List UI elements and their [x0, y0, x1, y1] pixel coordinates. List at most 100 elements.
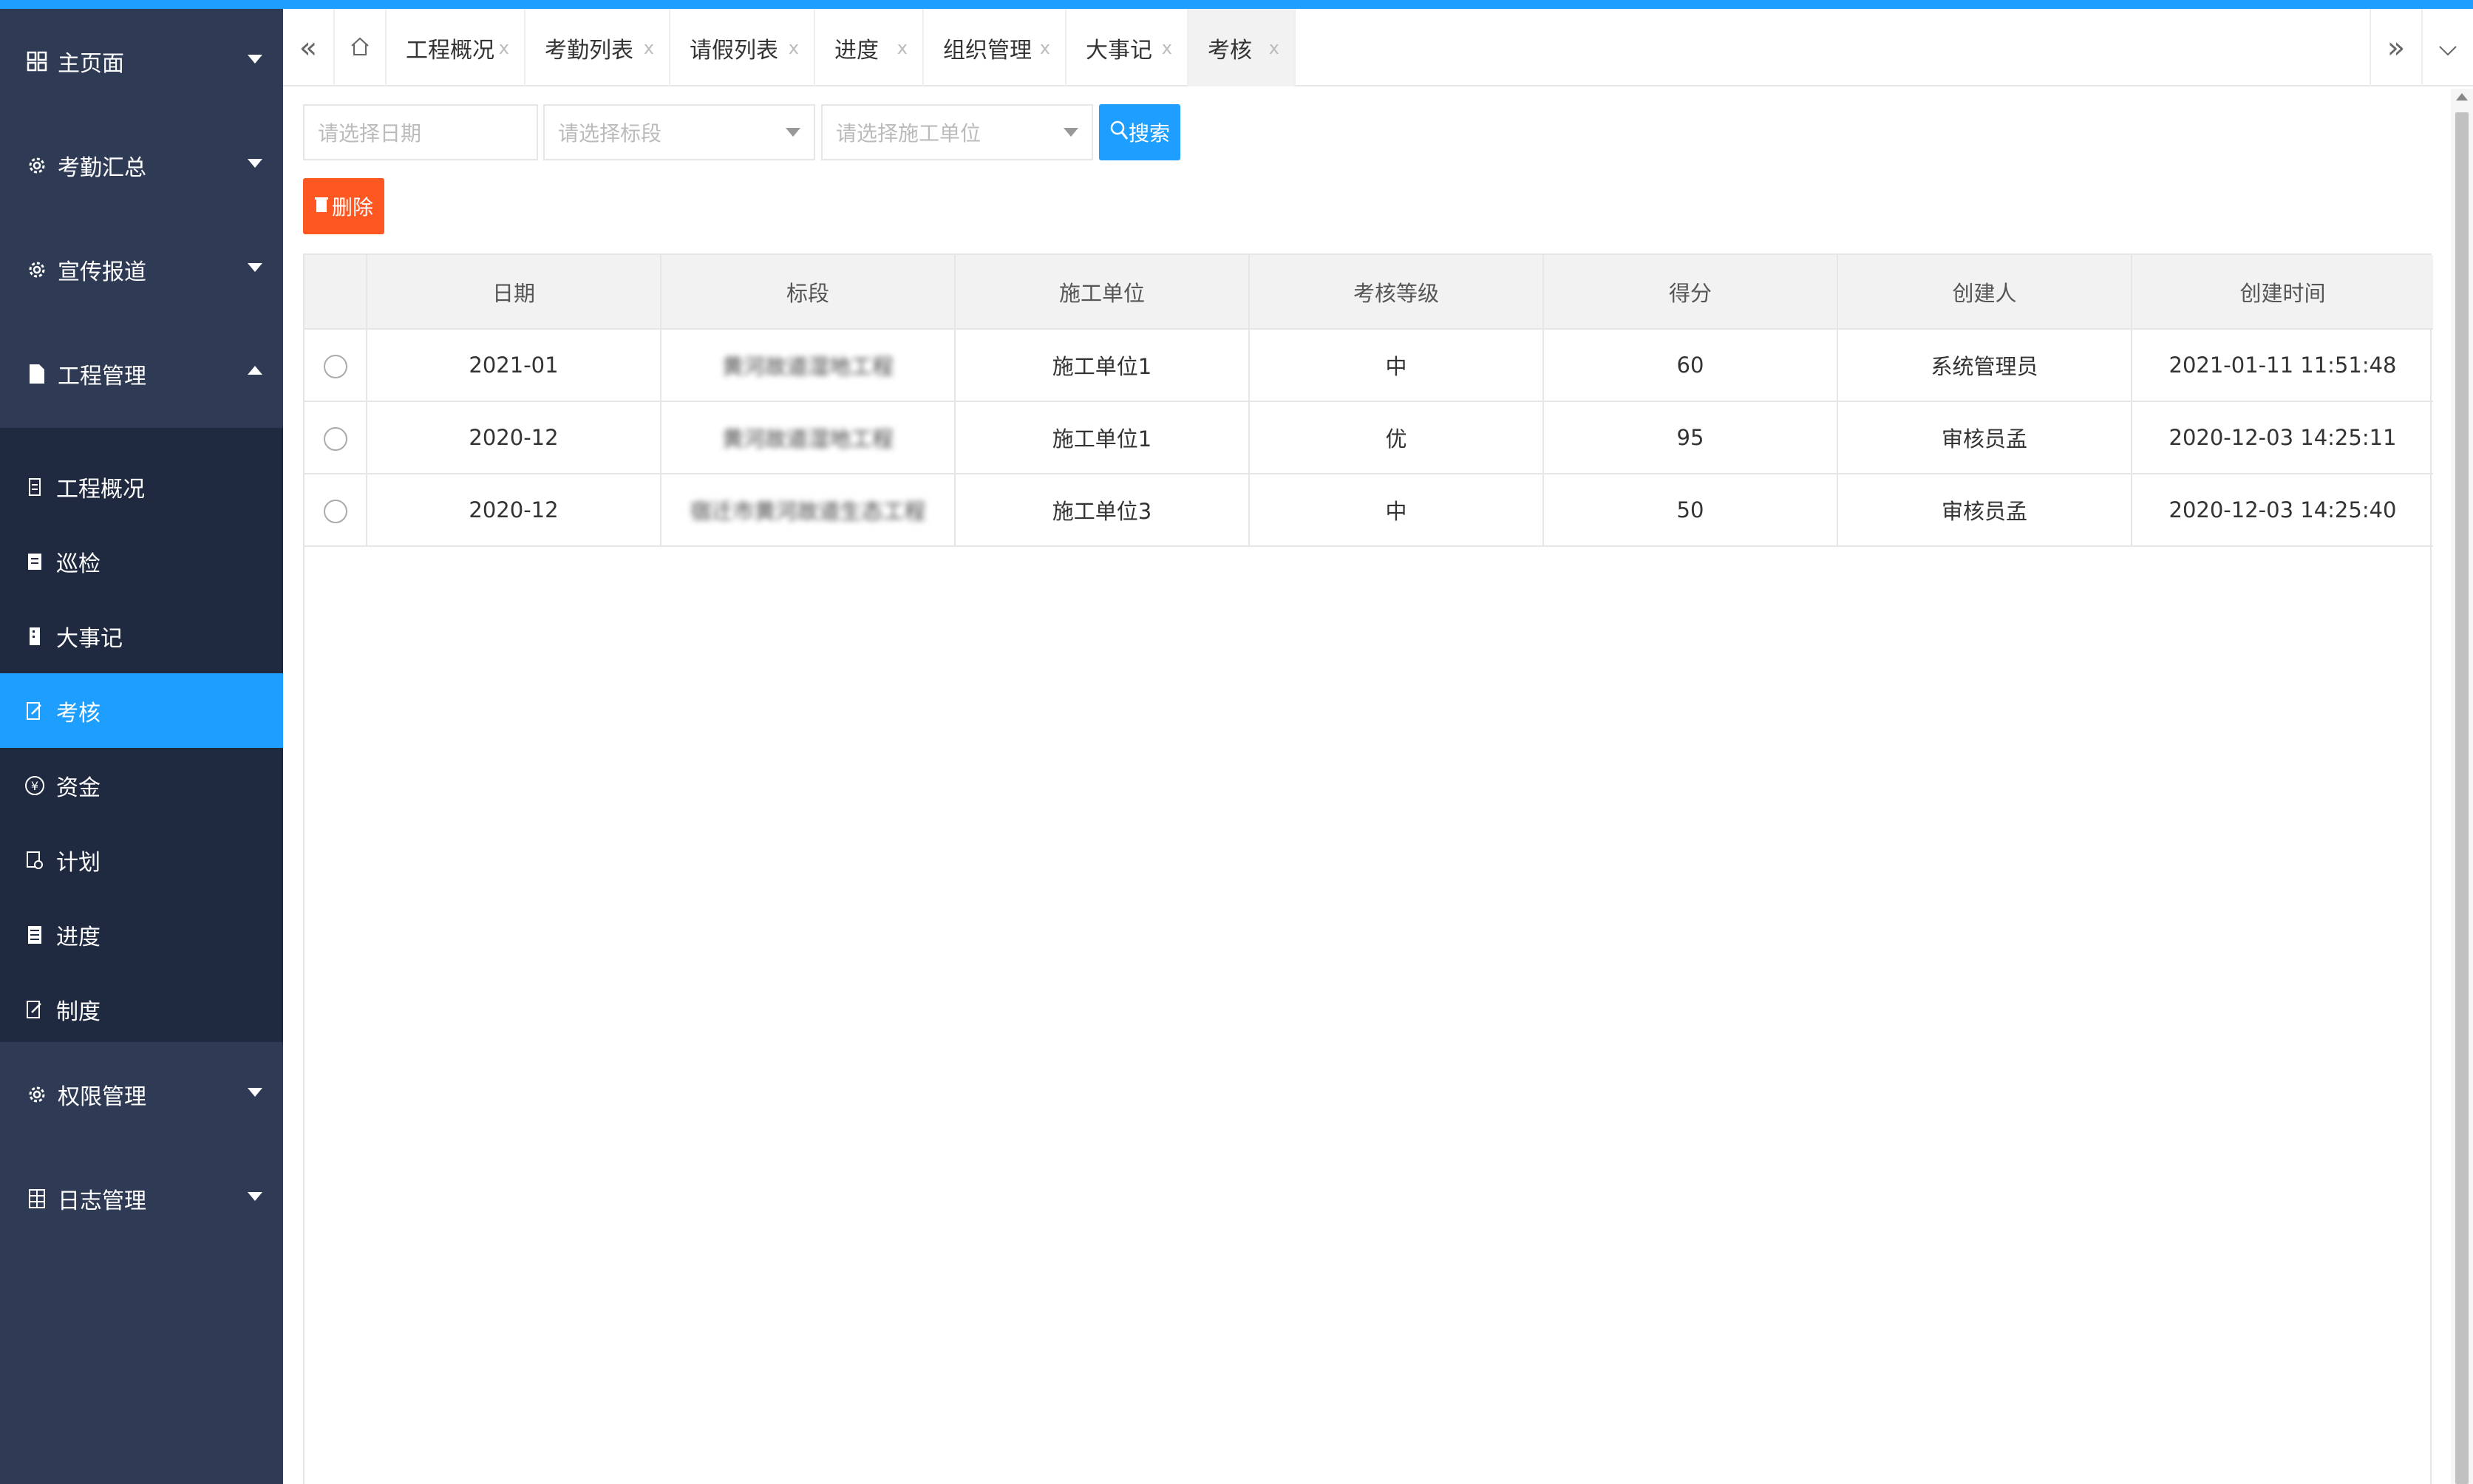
search-button[interactable]: 搜索 — [1099, 104, 1180, 160]
scrollbar-thumb[interactable] — [2455, 112, 2469, 1484]
sidebar-item-label: 考核 — [56, 700, 101, 726]
grid-icon — [24, 1185, 50, 1212]
sidebar-item-assessment[interactable]: 考核 — [0, 673, 283, 748]
sidebar-item-funds[interactable]: ¥ 资金 — [0, 748, 283, 823]
column-header[interactable]: 日期 — [367, 255, 661, 330]
sidebar-item-events[interactable]: 大事记 — [0, 599, 283, 673]
delete-button[interactable]: 删除 — [303, 178, 384, 234]
double-chevron-left-icon: « — [299, 30, 318, 65]
file-icon — [24, 476, 46, 498]
sidebar-item-plan[interactable]: 计划 — [0, 823, 283, 897]
row-select-cell — [305, 474, 367, 547]
section-select[interactable]: 请选择标段 — [543, 104, 815, 160]
select-column-header — [305, 255, 367, 330]
date-cell: 2020-12 — [367, 474, 661, 547]
tab-assessment[interactable]: 考核 x — [1188, 9, 1296, 86]
sidebar-group-label: 主页面 — [58, 50, 124, 77]
table-row[interactable]: 2021-01 黄河故道湿地工程 施工单位1 中 60 系统管理员 2021-0… — [305, 329, 2433, 402]
tab-label: 请假列表 — [690, 37, 778, 64]
tab-leave-list[interactable]: 请假列表 x — [670, 9, 815, 86]
column-header[interactable]: 施工单位 — [955, 255, 1250, 330]
sidebar-group-label: 权限管理 — [58, 1083, 146, 1110]
table-header-row: 日期 标段 施工单位 考核等级 得分 创建人 创建时间 — [305, 255, 2433, 330]
edit-doc-icon — [24, 998, 46, 1021]
sidebar-item-label: 计划 — [56, 849, 101, 876]
yen-icon: ¥ — [24, 775, 46, 797]
close-icon[interactable]: x — [499, 38, 509, 58]
sidebar-group-attendance[interactable]: 考勤汇总 — [0, 113, 283, 217]
top-accent-bar — [0, 0, 2473, 9]
unit-select[interactable]: 请选择施工单位 — [821, 104, 1093, 160]
sidebar-group-permissions[interactable]: 权限管理 — [0, 1042, 283, 1146]
close-icon[interactable]: x — [897, 38, 908, 58]
sidebar: 主页面 考勤汇总 宣传报道 工程管理 工程概况 巡检 大事记 考核 ¥ 资金 计… — [0, 9, 283, 1484]
unit-cell: 施工单位3 — [955, 474, 1250, 547]
gear-icon — [24, 1081, 50, 1108]
section-placeholder: 请选择标段 — [558, 121, 662, 146]
vertical-scrollbar[interactable] — [2451, 89, 2473, 1484]
home-tab-button[interactable] — [335, 9, 387, 86]
scroll-up-arrow-icon[interactable] — [2456, 93, 2468, 101]
tab-label: 考勤列表 — [545, 37, 633, 64]
chevron-down-icon — [248, 1192, 262, 1201]
sidebar-item-overview[interactable]: 工程概况 — [0, 449, 283, 524]
date-cell: 2021-01 — [367, 329, 661, 402]
delete-label: 删除 — [331, 195, 373, 219]
document-icon — [24, 551, 46, 573]
sidebar-item-rules[interactable]: 制度 — [0, 972, 283, 1046]
close-icon[interactable]: x — [1269, 38, 1279, 58]
building-icon — [24, 625, 46, 647]
column-header[interactable]: 考核等级 — [1249, 255, 1544, 330]
close-icon[interactable]: x — [1162, 38, 1172, 58]
chevron-down-icon — [248, 55, 262, 64]
row-select-cell — [305, 329, 367, 402]
column-header[interactable]: 创建时间 — [2132, 255, 2433, 330]
tab-progress[interactable]: 进度 x — [815, 9, 924, 86]
chevron-down-icon — [248, 159, 262, 168]
date-input[interactable]: 请选择日期 — [303, 104, 538, 160]
sidebar-group-publicity[interactable]: 宣传报道 — [0, 217, 283, 321]
table-row[interactable]: 2020-12 宿迁市黄河故道生态工程 施工单位3 中 50 审核员孟 2020… — [305, 474, 2433, 547]
sidebar-item-label: 工程概况 — [56, 476, 145, 503]
column-header[interactable]: 得分 — [1543, 255, 1838, 330]
tab-bar: « 工程概况 x 考勤列表 x 请假列表 x 进度 x 组织管理 x 大事记 x… — [283, 9, 2473, 86]
double-chevron-right-icon: » — [2387, 30, 2406, 65]
close-icon[interactable]: x — [789, 38, 799, 58]
column-header[interactable]: 标段 — [661, 255, 956, 330]
sidebar-item-progress[interactable]: 进度 — [0, 897, 283, 972]
sidebar-group-home[interactable]: 主页面 — [0, 9, 283, 113]
table-row[interactable]: 2020-12 黄河故道湿地工程 施工单位1 优 95 审核员孟 2020-12… — [305, 401, 2433, 474]
tab-events[interactable]: 大事记 x — [1067, 9, 1188, 86]
sidebar-item-label: 大事记 — [56, 625, 123, 652]
sidebar-group-project[interactable]: 工程管理 — [0, 321, 283, 426]
grade-cell: 优 — [1249, 401, 1544, 474]
tab-org-management[interactable]: 组织管理 x — [924, 9, 1067, 86]
tab-attendance-list[interactable]: 考勤列表 x — [525, 9, 670, 86]
row-radio[interactable] — [323, 354, 347, 378]
svg-text:¥: ¥ — [31, 779, 38, 793]
document-icon — [24, 361, 50, 387]
section-cell: 黄河故道湿地工程 — [661, 329, 956, 402]
row-radio[interactable] — [323, 426, 347, 451]
close-icon[interactable]: x — [644, 38, 654, 58]
date-cell: 2020-12 — [367, 401, 661, 474]
sidebar-group-logs[interactable]: 日志管理 — [0, 1146, 283, 1250]
unit-cell: 施工单位1 — [955, 401, 1250, 474]
tab-project-overview[interactable]: 工程概况 x — [387, 9, 525, 86]
sidebar-group-label: 宣传报道 — [58, 259, 146, 285]
section-cell: 黄河故道湿地工程 — [661, 401, 956, 474]
section-cell: 宿迁市黄河故道生态工程 — [661, 474, 956, 547]
tab-menu-button[interactable] — [2421, 9, 2473, 86]
dashboard-icon — [24, 48, 50, 75]
tab-scroll-left-button[interactable]: « — [283, 9, 335, 86]
row-radio[interactable] — [323, 499, 347, 523]
sidebar-item-inspection[interactable]: 巡检 — [0, 524, 283, 599]
date-placeholder: 请选择日期 — [318, 121, 422, 146]
sidebar-submenu: 工程概况 巡检 大事记 考核 ¥ 资金 计划 进度 制度 — [0, 428, 283, 1042]
sidebar-group-label: 日志管理 — [58, 1188, 146, 1214]
tab-scroll-right-button[interactable]: » — [2370, 9, 2421, 86]
column-header[interactable]: 创建人 — [1837, 255, 2132, 330]
tab-label: 工程概况 — [406, 37, 494, 64]
edit-doc-icon — [24, 700, 46, 722]
close-icon[interactable]: x — [1040, 38, 1050, 58]
